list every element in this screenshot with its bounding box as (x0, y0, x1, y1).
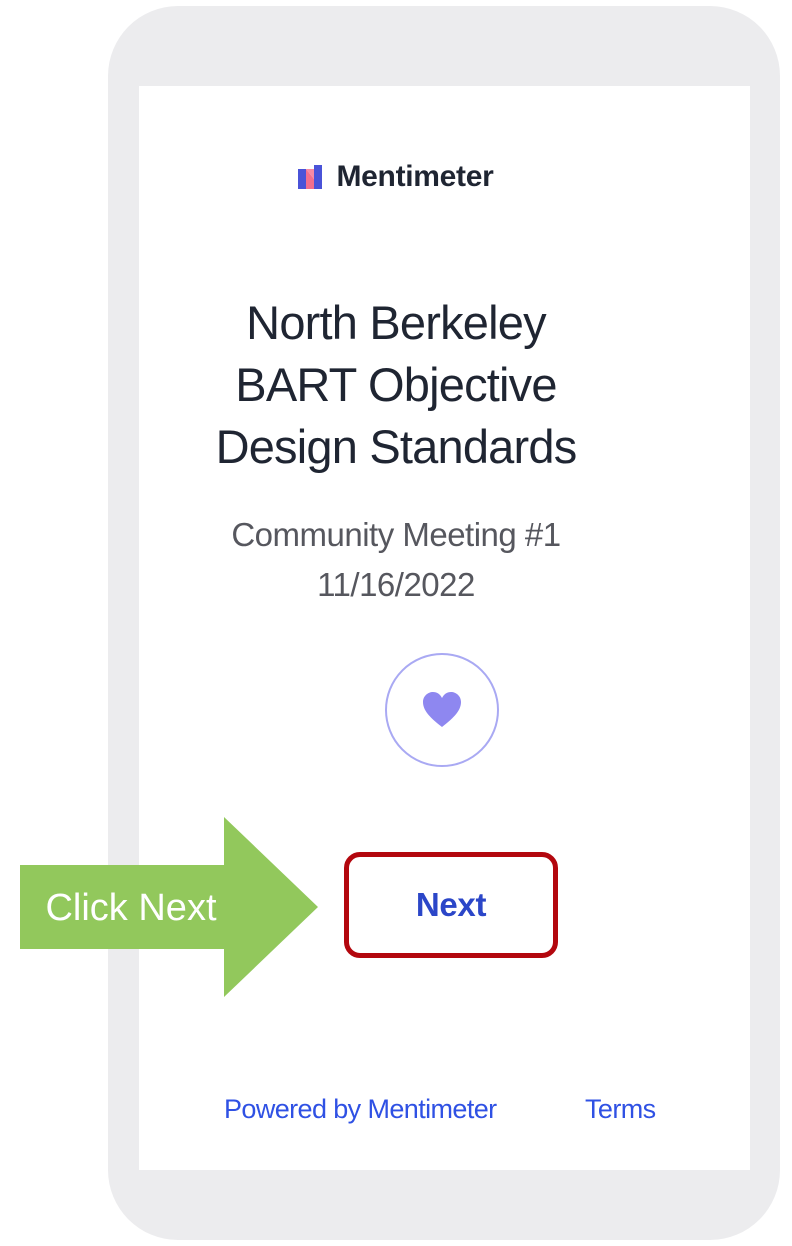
next-button[interactable]: Next (344, 852, 558, 958)
powered-by-link[interactable]: Powered by Mentimeter (224, 1094, 497, 1125)
screenshot-stage: Mentimeter North Berkeley BART Objective… (0, 0, 792, 1246)
meeting-name: Community Meeting #1 (231, 516, 561, 553)
heart-icon (423, 692, 461, 727)
title-line: North Berkeley (246, 296, 546, 349)
next-button-label: Next (415, 886, 487, 923)
title-line: BART Objective (235, 358, 557, 411)
presentation-title: North Berkeley BART Objective Design Sta… (0, 292, 792, 478)
heart-reaction-button[interactable] (385, 653, 499, 767)
presentation-subtitle: Community Meeting #1 11/16/2022 (0, 510, 792, 610)
mentimeter-logo-icon (298, 165, 323, 189)
meeting-date: 11/16/2022 (317, 566, 475, 603)
brand-name: Mentimeter (336, 160, 494, 193)
terms-link[interactable]: Terms (585, 1094, 656, 1125)
callout-text: Click Next (45, 886, 217, 929)
brand-logo: Mentimeter (0, 160, 792, 194)
phone-screen (139, 86, 750, 1170)
title-line: Design Standards (215, 420, 578, 473)
